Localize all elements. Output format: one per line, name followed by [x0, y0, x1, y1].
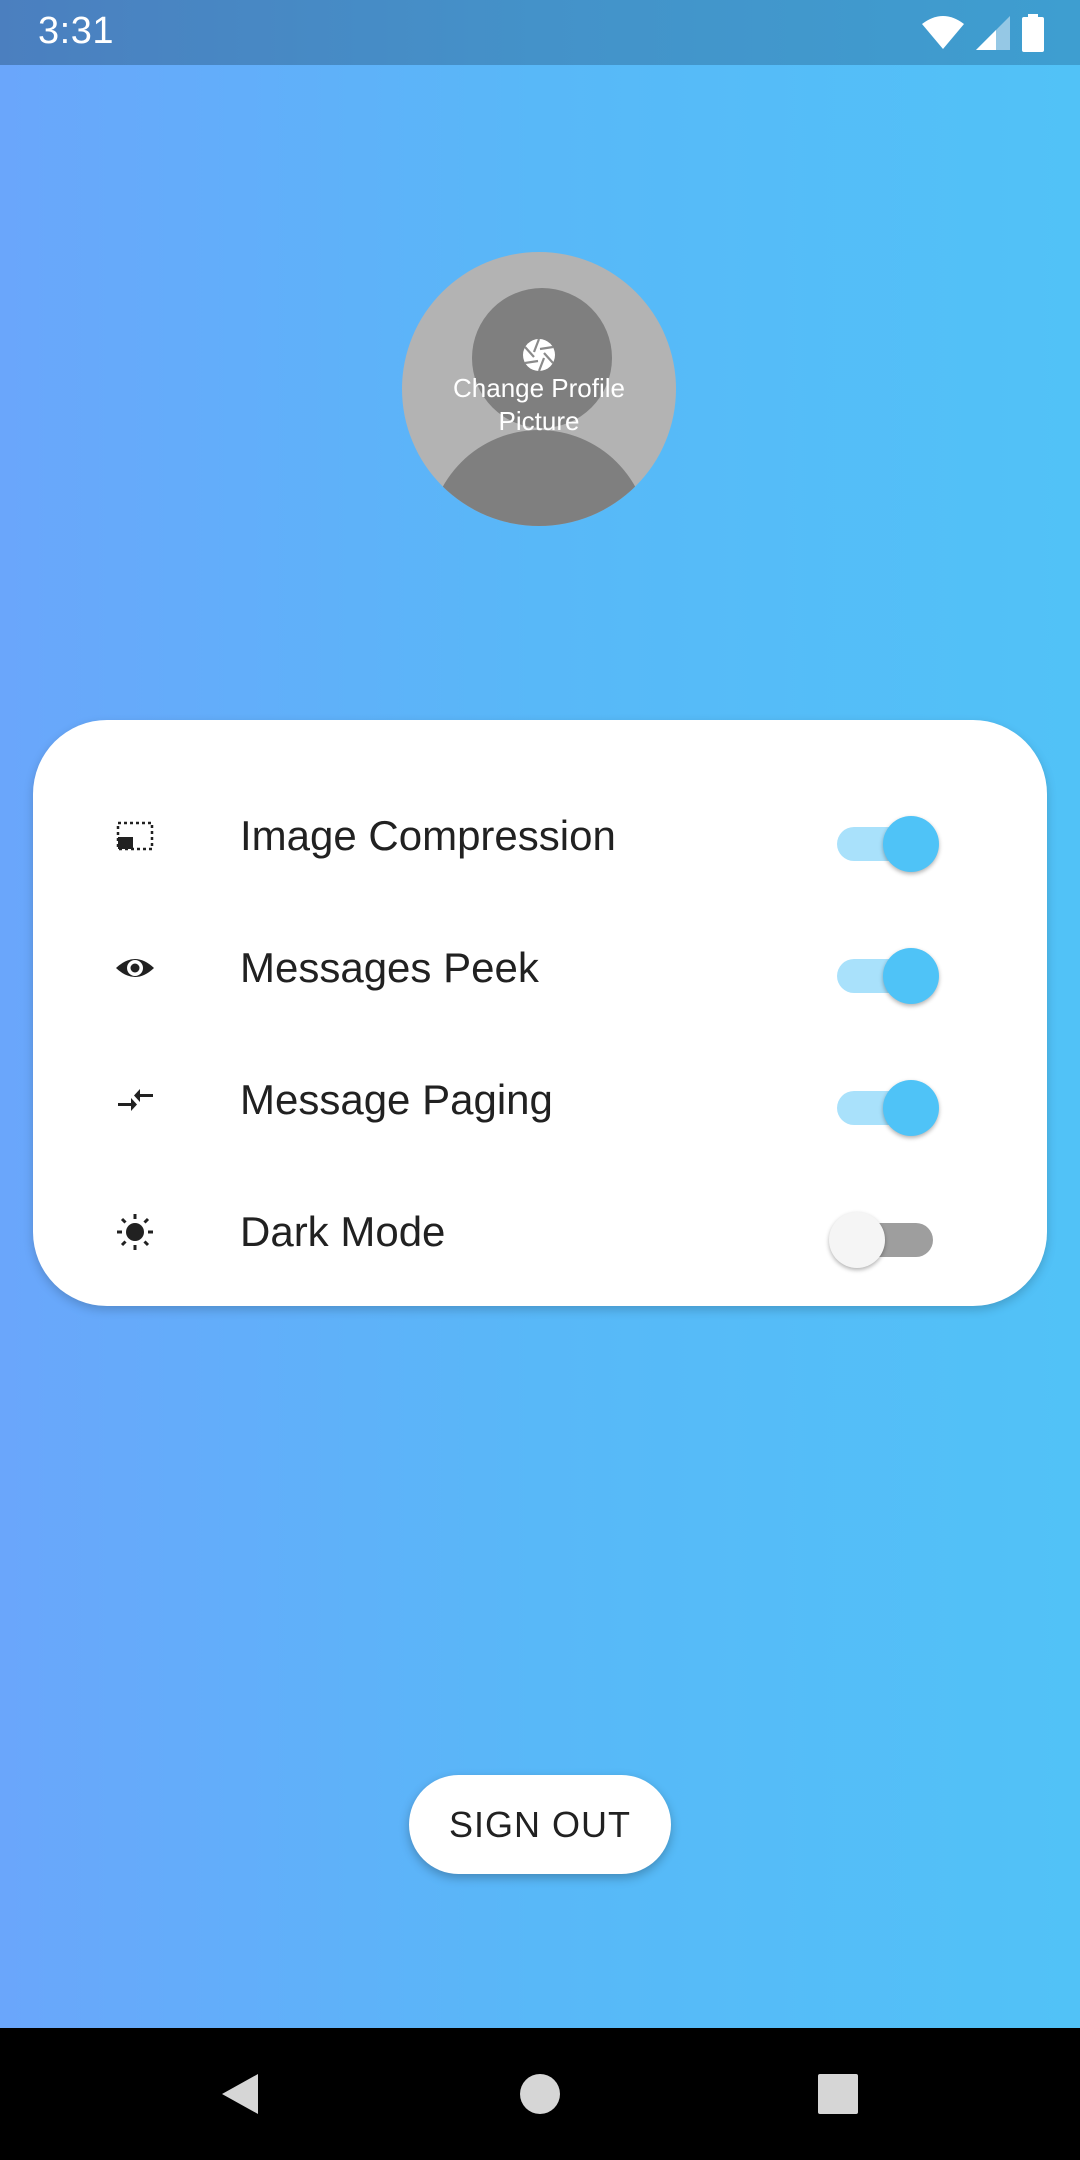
home-icon[interactable]: [512, 2066, 568, 2122]
status-icons: [922, 14, 1044, 52]
wifi-icon: [922, 16, 964, 49]
brightness-icon: [117, 1214, 153, 1250]
recents-icon[interactable]: [810, 2066, 866, 2122]
setting-label: Dark Mode: [240, 1208, 446, 1255]
status-bar: 3:31: [0, 0, 1080, 65]
status-time: 3:31: [38, 10, 114, 52]
toggle-thumb: [883, 1080, 939, 1136]
change-profile-picture-label: Change Profile Picture: [453, 373, 625, 436]
avatar-body: [429, 430, 649, 526]
eye-icon: [116, 959, 154, 977]
battery-icon: [1022, 14, 1044, 52]
message-paging-toggle[interactable]: [829, 1080, 939, 1136]
profile-picture-button[interactable]: Change Profile Picture: [402, 252, 676, 526]
setting-label: Message Paging: [240, 1076, 553, 1123]
toggle-thumb: [883, 816, 939, 872]
setting-row-messages-peek: Messages Peek: [33, 902, 1047, 1034]
sign-out-button[interactable]: SIGN OUT: [409, 1775, 671, 1874]
setting-row-message-paging: Message Paging: [33, 1034, 1047, 1166]
setting-label: Image Compression: [240, 812, 616, 859]
toggle-thumb: [829, 1212, 885, 1268]
back-icon[interactable]: [212, 2066, 268, 2122]
toggle-thumb: [883, 948, 939, 1004]
settings-screen: 3:31 Change Profile Picture Image Compre…: [0, 0, 1080, 2160]
setting-row-dark-mode: Dark Mode: [33, 1166, 1047, 1298]
picture-in-picture-icon: [116, 821, 154, 851]
cellular-signal-icon: [976, 16, 1010, 50]
image-compression-toggle[interactable]: [829, 816, 939, 872]
navigation-bar: [0, 2028, 1080, 2160]
settings-card: Image Compression Messages Peek Message …: [33, 720, 1047, 1306]
compare-arrows-icon: [118, 1089, 153, 1111]
camera-shutter-icon: [523, 338, 555, 372]
dark-mode-toggle[interactable]: [829, 1212, 939, 1268]
setting-label: Messages Peek: [240, 944, 539, 991]
setting-row-image-compression: Image Compression: [33, 770, 1047, 902]
messages-peek-toggle[interactable]: [829, 948, 939, 1004]
